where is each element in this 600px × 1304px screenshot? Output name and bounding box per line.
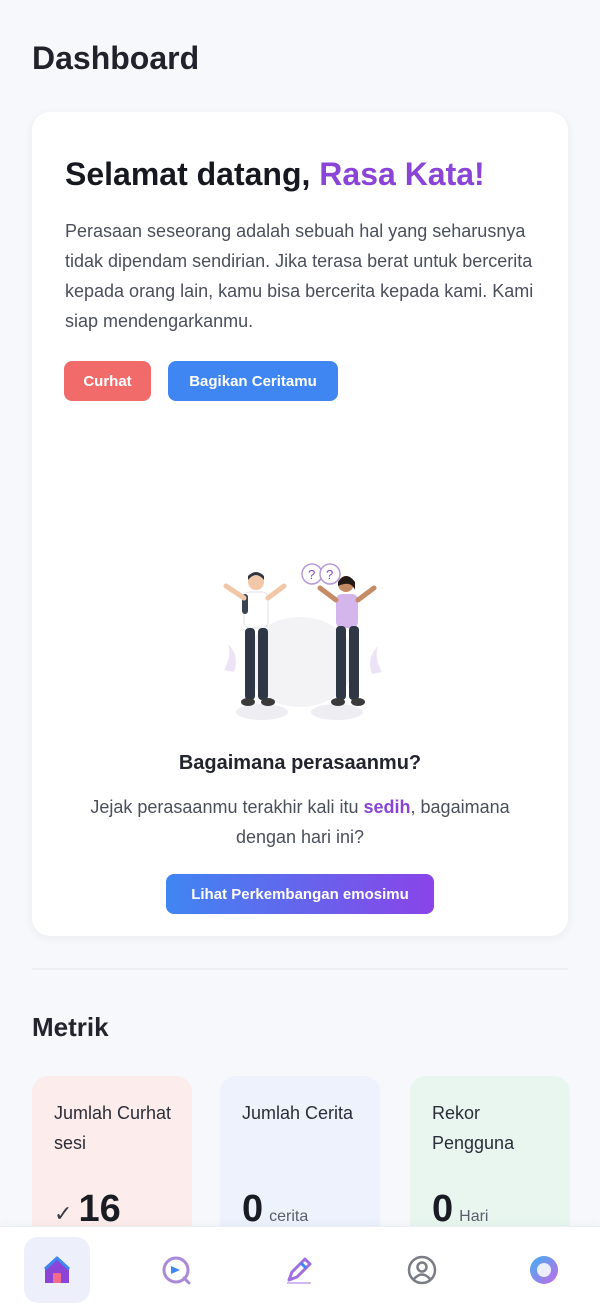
metric-value: 16	[78, 1188, 121, 1230]
home-icon	[43, 1256, 71, 1283]
welcome-card: Selamat datang, Rasa Kata! Perasaan sese…	[32, 112, 568, 936]
curhat-button[interactable]: Curhat	[64, 361, 151, 401]
metrics-title: Metrik	[32, 1012, 109, 1042]
welcome-description: Perasaan seseorang adalah sebuah hal yan…	[65, 221, 534, 331]
metric-value-row: 0 Hari	[432, 1188, 488, 1231]
nav-account[interactable]	[511, 1237, 577, 1303]
page-title: Dashboard	[32, 40, 200, 76]
metric-value: 0	[242, 1188, 264, 1230]
metric-label: Rekor Pengguna	[432, 1103, 515, 1153]
feeling-description: Jejak perasaanmu terakhir kali itu sedih…	[70, 792, 530, 852]
welcome-title: Selamat datang, Rasa Kata!	[65, 156, 485, 193]
check-icon: ✓	[54, 1201, 73, 1226]
nav-profile[interactable]	[389, 1237, 455, 1303]
metric-label: Jumlah Cerita	[242, 1103, 354, 1123]
last-emotion: sedih	[363, 797, 411, 817]
avatar-icon	[530, 1256, 558, 1284]
chat-icon	[162, 1256, 191, 1285]
view-emotion-progress-button[interactable]: Lihat Perkembangan emosimu	[166, 874, 434, 914]
profile-icon	[407, 1255, 437, 1285]
dashboard-page: Dashboard Selamat datang, Rasa Kata! Per…	[0, 0, 600, 1304]
section-divider	[32, 968, 568, 970]
welcome-greeting: Selamat datang,	[65, 156, 320, 192]
metric-value: 0	[432, 1188, 454, 1230]
nav-home[interactable]	[24, 1237, 90, 1303]
metric-label: Jumlah Curhat sesi	[54, 1103, 172, 1153]
pencil-icon	[287, 1257, 312, 1284]
nav-write-story[interactable]	[266, 1237, 332, 1303]
metric-value-row: ✓ 16	[54, 1188, 121, 1231]
feeling-desc-before: Jejak perasaanmu terakhir kali itu	[90, 797, 364, 817]
nav-chat[interactable]	[143, 1237, 209, 1303]
svg-text:?: ?	[326, 567, 333, 582]
metric-unit: Hari	[459, 1208, 489, 1225]
metric-unit: cerita	[269, 1208, 309, 1225]
feeling-question: Bagaimana perasaanmu?	[178, 752, 422, 774]
bottom-navigation	[0, 1226, 600, 1304]
confused-people-illustration: ? ?	[223, 563, 382, 720]
welcome-user-name: Rasa Kata!	[319, 156, 485, 192]
share-story-button[interactable]: Bagikan Ceritamu	[168, 361, 338, 401]
metric-value-row: 0 cerita	[242, 1188, 308, 1231]
svg-text:?: ?	[308, 567, 315, 582]
